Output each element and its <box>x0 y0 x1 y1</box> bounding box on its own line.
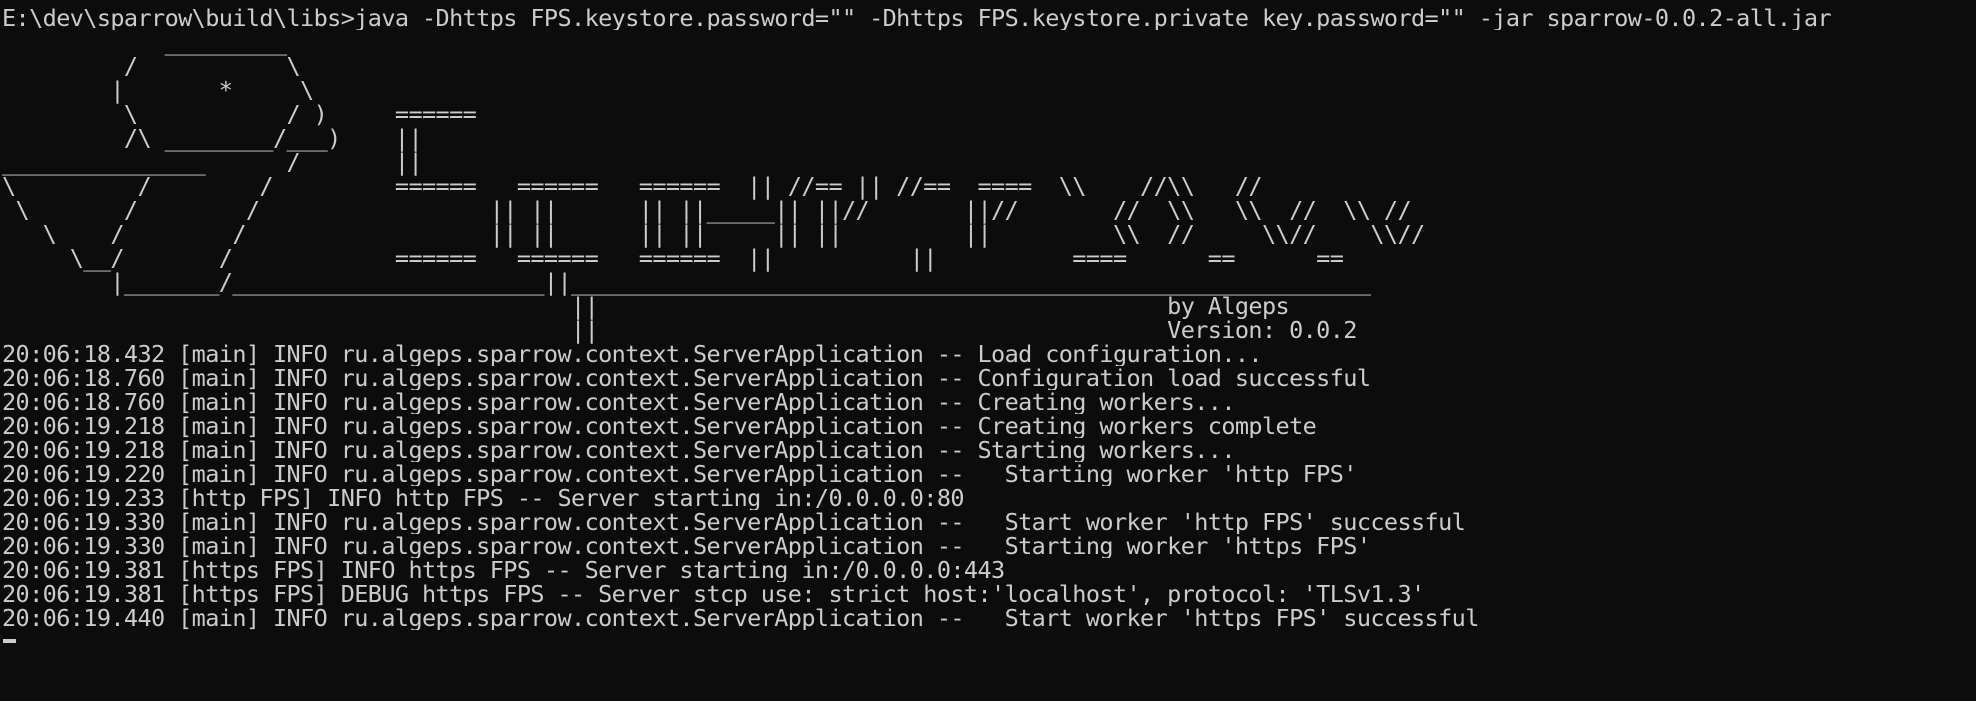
log-line: 20:06:19.330 [main] INFO ru.algeps.sparr… <box>2 534 1371 558</box>
ascii-banner: _________ / \ | * \ \ / ) ====== /\ ____… <box>2 28 1425 344</box>
log-line: 20:06:18.760 [main] INFO ru.algeps.sparr… <box>2 366 1371 390</box>
log-line: 20:06:18.432 [main] INFO ru.algeps.sparr… <box>2 342 1263 366</box>
text-cursor <box>3 639 16 643</box>
log-line: 20:06:19.381 [https FPS] INFO https FPS … <box>2 558 1005 582</box>
log-line: 20:06:19.381 [https FPS] DEBUG https FPS… <box>2 582 1425 606</box>
log-line: 20:06:19.218 [main] INFO ru.algeps.sparr… <box>2 438 1235 462</box>
log-line: 20:06:19.233 [http FPS] INFO http FPS --… <box>2 486 965 510</box>
log-line: 20:06:19.220 [main] INFO ru.algeps.sparr… <box>2 462 1357 486</box>
command-line: E:\dev\sparrow\build\libs>java -Dhttps_F… <box>2 6 1832 30</box>
terminal-console[interactable]: E:\dev\sparrow\build\libs>java -Dhttps_F… <box>0 0 1976 701</box>
log-line: 20:06:19.330 [main] INFO ru.algeps.sparr… <box>2 510 1466 534</box>
log-line: 20:06:19.440 [main] INFO ru.algeps.sparr… <box>2 606 1479 630</box>
log-line: 20:06:19.218 [main] INFO ru.algeps.sparr… <box>2 414 1317 438</box>
log-line: 20:06:18.760 [main] INFO ru.algeps.sparr… <box>2 390 1235 414</box>
log-output: 20:06:18.432 [main] INFO ru.algeps.sparr… <box>2 342 1976 630</box>
